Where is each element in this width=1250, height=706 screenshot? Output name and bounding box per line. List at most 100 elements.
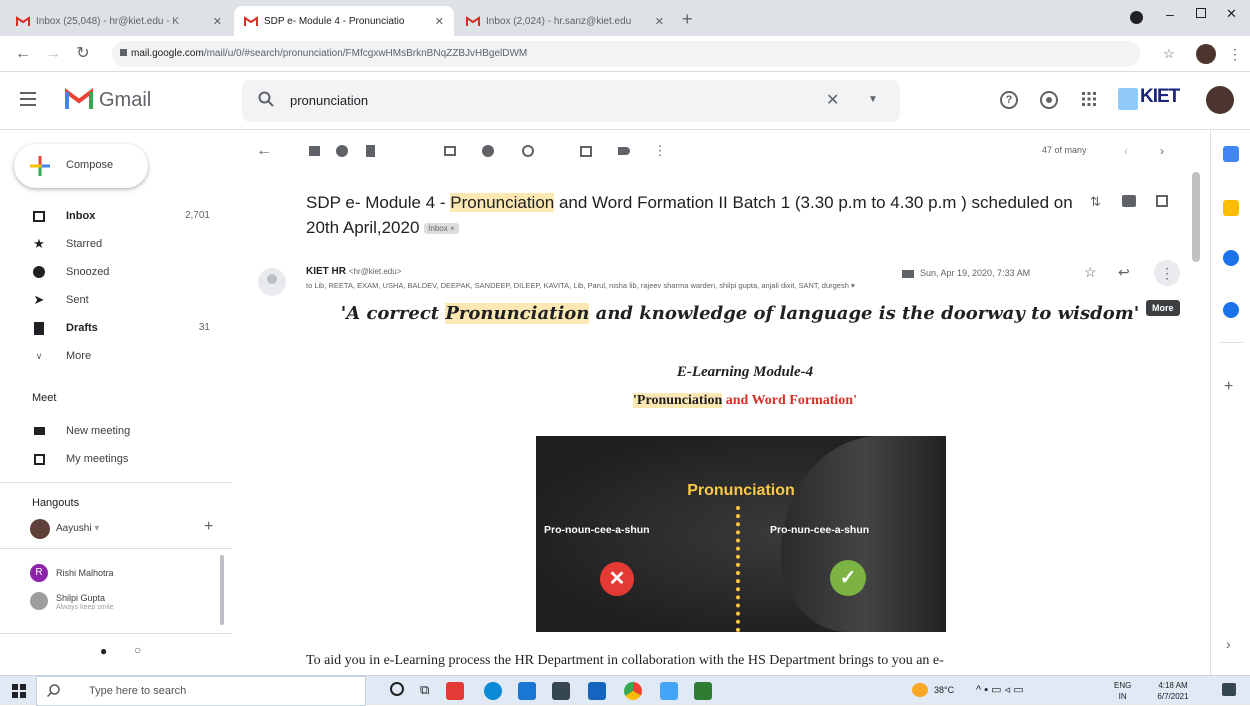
back-icon[interactable]: ← <box>14 45 32 63</box>
sidebar-item-drafts[interactable]: Drafts 31 <box>0 314 232 342</box>
sidebar-item-inbox[interactable]: Inbox 2,701 <box>0 202 232 230</box>
get-addons-icon[interactable]: + <box>1224 378 1233 396</box>
search-bar[interactable]: pronunciation ✕ ▼ <box>242 80 900 122</box>
search-options-icon[interactable]: ▼ <box>868 94 878 105</box>
weather-icon[interactable] <box>912 683 928 697</box>
move-to-icon[interactable] <box>578 143 594 159</box>
browser-menu-icon[interactable]: ⋮ <box>1226 45 1244 63</box>
main-menu-icon[interactable] <box>20 92 36 106</box>
clock-time: 4:18 AM <box>1158 681 1188 690</box>
browser-tab-inbox-1[interactable]: Inbox (25,048) - hr@kiet.edu - K ✕ <box>6 6 232 36</box>
mark-unread-icon[interactable] <box>442 143 458 159</box>
store-app-icon[interactable] <box>552 682 570 700</box>
sidebar-item-more[interactable]: ∨ More <box>0 342 232 370</box>
contact-avatar[interactable]: R <box>30 564 48 582</box>
content-scrollbar[interactable] <box>1192 172 1200 262</box>
chrome-app-icon[interactable] <box>624 682 642 700</box>
tray-icons[interactable]: ^ ▪ ▭ ◃ ▭ <box>976 683 1024 696</box>
apps-grid-icon[interactable] <box>1082 92 1096 106</box>
add-to-tasks-icon[interactable] <box>520 143 536 159</box>
settings-gear-icon[interactable] <box>1040 91 1058 109</box>
forward-icon[interactable]: → <box>44 45 62 63</box>
older-icon[interactable]: › <box>1154 143 1170 159</box>
sender-avatar[interactable] <box>258 268 286 296</box>
mail-app-icon[interactable] <box>518 682 536 700</box>
url-field[interactable]: mail.google.com/mail/u/0/#search/pronunc… <box>112 41 1140 67</box>
reload-icon[interactable]: ↻ <box>74 45 92 63</box>
snooze-icon[interactable] <box>480 143 496 159</box>
more-options-icon[interactable]: ⋮ <box>1154 260 1180 286</box>
gmail-logo[interactable] <box>64 87 94 116</box>
reply-icon[interactable]: ↩ <box>1118 264 1130 281</box>
open-new-window-icon[interactable] <box>1156 195 1168 207</box>
report-spam-icon[interactable] <box>334 143 350 159</box>
attachment-icon <box>902 270 914 278</box>
expand-all-icon[interactable]: ⇅ <box>1090 194 1101 210</box>
contact-avatar[interactable] <box>30 592 48 610</box>
excel-app-icon[interactable] <box>694 682 712 700</box>
sidebar-item-snoozed[interactable]: Snoozed <box>0 258 232 286</box>
edge-app-icon[interactable] <box>484 682 502 700</box>
taskbar-search[interactable]: Type here to search <box>36 676 366 706</box>
search-input[interactable]: pronunciation <box>290 93 368 108</box>
close-icon[interactable]: ✕ <box>213 15 222 28</box>
window-close-icon[interactable]: ✕ <box>1226 6 1237 22</box>
person-icon[interactable]: ● <box>100 644 107 658</box>
more-actions-icon[interactable]: ⋮ <box>652 143 668 159</box>
sidebar-item-starred[interactable]: ★ Starred <box>0 230 232 258</box>
temperature[interactable]: 38°C <box>934 685 954 695</box>
browser-tab-active[interactable]: SDP e- Module 4 - Pronunciatio ✕ <box>234 6 454 36</box>
cortana-icon[interactable] <box>390 682 404 696</box>
clock-icon <box>32 265 46 279</box>
task-view-icon[interactable]: ⧉ <box>420 682 429 698</box>
meet-my-meetings[interactable]: My meetings <box>0 445 232 473</box>
body-paragraph: To aid you in e-Learning process the HR … <box>306 653 944 668</box>
close-icon[interactable]: ✕ <box>435 15 444 28</box>
keep-app-icon[interactable] <box>1223 200 1239 216</box>
inbox-label-chip[interactable]: Inbox × <box>424 223 459 235</box>
calendar-app-icon[interactable] <box>1223 146 1239 162</box>
clock[interactable]: 4:18 AM 6/7/2021 <box>1148 680 1198 702</box>
sender-name[interactable]: KIET HR <box>306 266 346 277</box>
search-icon[interactable] <box>258 91 274 112</box>
profile-avatar[interactable] <box>1196 44 1216 64</box>
help-icon[interactable]: ? <box>1000 91 1018 109</box>
record-icon[interactable] <box>1130 11 1143 24</box>
sidebar-item-sent[interactable]: ➤ Sent <box>0 286 232 314</box>
language-indicator[interactable]: ENG IN <box>1114 680 1131 702</box>
new-tab-icon[interactable]: + <box>682 9 693 30</box>
pronunciation-image[interactable]: Pronunciation Pro-noun-cee-a-shun Pro-nu… <box>536 436 946 632</box>
notification-icon[interactable] <box>1222 683 1236 696</box>
archive-icon[interactable] <box>306 143 322 159</box>
close-icon[interactable]: ✕ <box>655 15 664 28</box>
quote-bubble-icon[interactable]: ○ <box>134 643 141 657</box>
contact-name[interactable]: Rishi Malhotra <box>56 568 114 578</box>
meet-new-meeting[interactable]: New meeting <box>0 417 232 445</box>
compose-button[interactable]: Compose <box>14 144 148 188</box>
bookmark-star-icon[interactable]: ☆ <box>1160 45 1178 63</box>
windows-start-icon[interactable] <box>12 684 26 703</box>
print-icon[interactable] <box>1122 195 1136 207</box>
tasks-app-icon[interactable] <box>1223 250 1239 266</box>
explorer-app-icon[interactable] <box>660 682 678 700</box>
delete-icon[interactable] <box>362 143 378 159</box>
newer-icon[interactable]: ‹ <box>1118 143 1134 159</box>
browser-tab-inbox-2[interactable]: Inbox (2,024) - hr.sanz@kiet.edu ✕ <box>456 6 674 36</box>
office-app-icon[interactable] <box>446 682 464 700</box>
contacts-app-icon[interactable] <box>1223 302 1239 318</box>
show-side-panel-icon[interactable]: › <box>1226 636 1231 652</box>
hangouts-scrollbar[interactable] <box>220 555 224 625</box>
add-hangout-icon[interactable]: + <box>204 518 213 536</box>
minimize-icon[interactable]: – <box>1166 6 1174 22</box>
maximize-icon[interactable] <box>1196 8 1206 18</box>
recipients-line[interactable]: to Lib, REETA, EXAM, USHA, BALDEV, DEEPA… <box>306 281 1136 290</box>
avatar[interactable] <box>30 519 50 539</box>
contact-name[interactable]: Shilpi Gupta <box>56 593 105 603</box>
account-avatar[interactable] <box>1206 86 1234 114</box>
back-to-list-icon[interactable]: ← <box>256 142 272 159</box>
word-app-icon[interactable] <box>588 682 606 700</box>
star-icon[interactable]: ☆ <box>1084 264 1097 281</box>
hangouts-user-name[interactable]: Aayushi ▾ <box>56 523 99 534</box>
clear-search-icon[interactable]: ✕ <box>826 90 839 110</box>
label-icon[interactable] <box>616 143 632 159</box>
